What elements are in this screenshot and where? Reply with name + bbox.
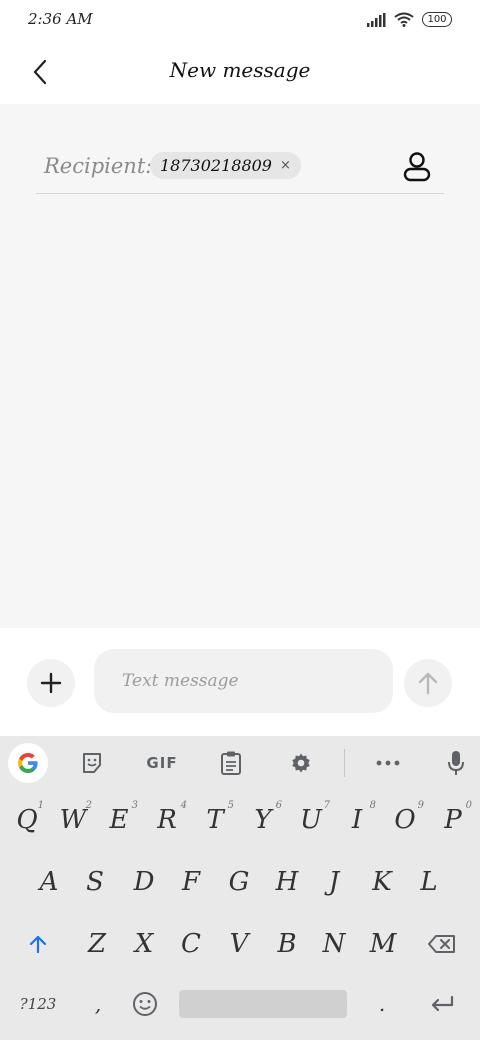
keyboard-toolbar: GIF (0, 736, 480, 790)
plus-icon (40, 672, 62, 694)
mic-icon (448, 751, 464, 775)
key-w[interactable]: W2 (50, 798, 96, 842)
key-h[interactable]: H (264, 860, 310, 904)
key-hint: 3 (131, 800, 138, 811)
symbols-key[interactable]: ?123 (10, 984, 66, 1024)
voice-input-button[interactable] (436, 744, 476, 782)
key-x[interactable]: X (120, 922, 168, 966)
key-z[interactable]: Z (74, 922, 120, 966)
clipboard-icon (221, 751, 241, 775)
key-s[interactable]: S (72, 860, 118, 904)
spacebar[interactable] (179, 990, 347, 1018)
key-q[interactable]: Q1 (4, 798, 50, 842)
enter-key[interactable] (420, 984, 464, 1024)
recipient-chip[interactable]: 18730218809 × (150, 152, 301, 179)
backspace-icon (428, 935, 455, 953)
key-label: U (300, 805, 322, 835)
key-f[interactable]: F (168, 860, 214, 904)
status-icons: 100 (366, 12, 452, 27)
emoji-icon (133, 992, 157, 1016)
gear-icon (292, 753, 310, 773)
key-c[interactable]: C (168, 922, 214, 966)
key-p[interactable]: P0 (430, 798, 476, 842)
battery-indicator: 100 (422, 12, 452, 27)
compose-bar (0, 628, 480, 736)
clipboard-button[interactable] (211, 744, 251, 782)
key-label: Q (16, 805, 38, 835)
recipient-chip-text: 18730218809 (160, 156, 272, 175)
backspace-key[interactable] (418, 922, 466, 966)
key-d[interactable]: D (120, 860, 168, 904)
sticker-icon (83, 753, 101, 773)
message-input[interactable] (94, 649, 393, 713)
header: New message (0, 40, 480, 104)
shift-key[interactable] (14, 922, 62, 966)
key-k[interactable]: K (358, 860, 406, 904)
key-hint: 4 (180, 800, 187, 811)
key-n[interactable]: N (310, 922, 358, 966)
key-hint: 6 (275, 800, 282, 811)
key-hint: 9 (417, 800, 424, 811)
key-o[interactable]: O9 (380, 798, 430, 842)
status-bar: 2:36 AM 100 (0, 0, 480, 40)
enter-icon (431, 995, 454, 1012)
attach-button[interactable] (27, 659, 75, 707)
page-title: New message (169, 58, 311, 82)
key-hint: 2 (85, 800, 92, 811)
key-label: Y (254, 805, 272, 835)
comma-key[interactable]: , (78, 984, 118, 1024)
key-i[interactable]: I8 (334, 798, 380, 842)
sticker-button[interactable] (72, 744, 112, 782)
recipient-label: Recipient: (44, 154, 153, 178)
status-time: 2:36 AM (28, 10, 93, 28)
more-button[interactable] (368, 744, 408, 782)
key-hint: 7 (323, 800, 330, 811)
contact-icon (403, 152, 431, 182)
key-j[interactable]: J (310, 860, 358, 904)
key-y[interactable]: Y6 (238, 798, 288, 842)
key-v[interactable]: V (214, 922, 264, 966)
gif-label: GIF (146, 754, 178, 772)
gif-button[interactable]: GIF (138, 744, 186, 782)
signal-icon (367, 12, 386, 27)
more-icon (376, 760, 400, 766)
conversation-area: Recipient: 18730218809 × (0, 104, 480, 628)
key-label: R (157, 805, 177, 835)
key-m[interactable]: M (358, 922, 408, 966)
key-a[interactable]: A (26, 860, 72, 904)
keyboard: G I F Q 1 W 2 E 3 R 4 T 5 Y 6 U 7 I 8 O 9 … (0, 736, 480, 1040)
key-hint: 5 (227, 800, 234, 811)
key-label: W (59, 805, 87, 835)
settings-button[interactable] (281, 744, 321, 782)
emoji-key[interactable] (124, 984, 166, 1024)
key-hint: 8 (369, 800, 376, 811)
key-label: E (109, 805, 129, 835)
key-label: I (351, 805, 363, 835)
key-label: O (394, 805, 416, 835)
shift-icon (29, 935, 47, 954)
key-hint: 0 (465, 800, 472, 811)
google-button[interactable] (8, 743, 48, 783)
key-u[interactable]: U7 (288, 798, 334, 842)
toolbar-divider (344, 749, 345, 777)
period-key[interactable]: . (362, 984, 402, 1024)
wifi-icon (394, 12, 414, 27)
remove-recipient-icon[interactable]: × (280, 158, 291, 173)
send-button[interactable] (404, 659, 452, 707)
key-label: P (444, 805, 462, 835)
key-b[interactable]: B (264, 922, 310, 966)
key-hint: 1 (37, 800, 44, 811)
key-e[interactable]: E3 (96, 798, 142, 842)
key-g[interactable]: G (214, 860, 264, 904)
key-l[interactable]: L (406, 860, 452, 904)
key-r[interactable]: R4 (142, 798, 192, 842)
send-arrow-icon (418, 672, 438, 695)
key-t[interactable]: T5 (192, 798, 238, 842)
google-icon (18, 753, 38, 773)
contact-picker-button[interactable] (400, 150, 434, 184)
key-label: T (206, 805, 224, 835)
recipient-row: Recipient: 18730218809 × (36, 140, 444, 194)
